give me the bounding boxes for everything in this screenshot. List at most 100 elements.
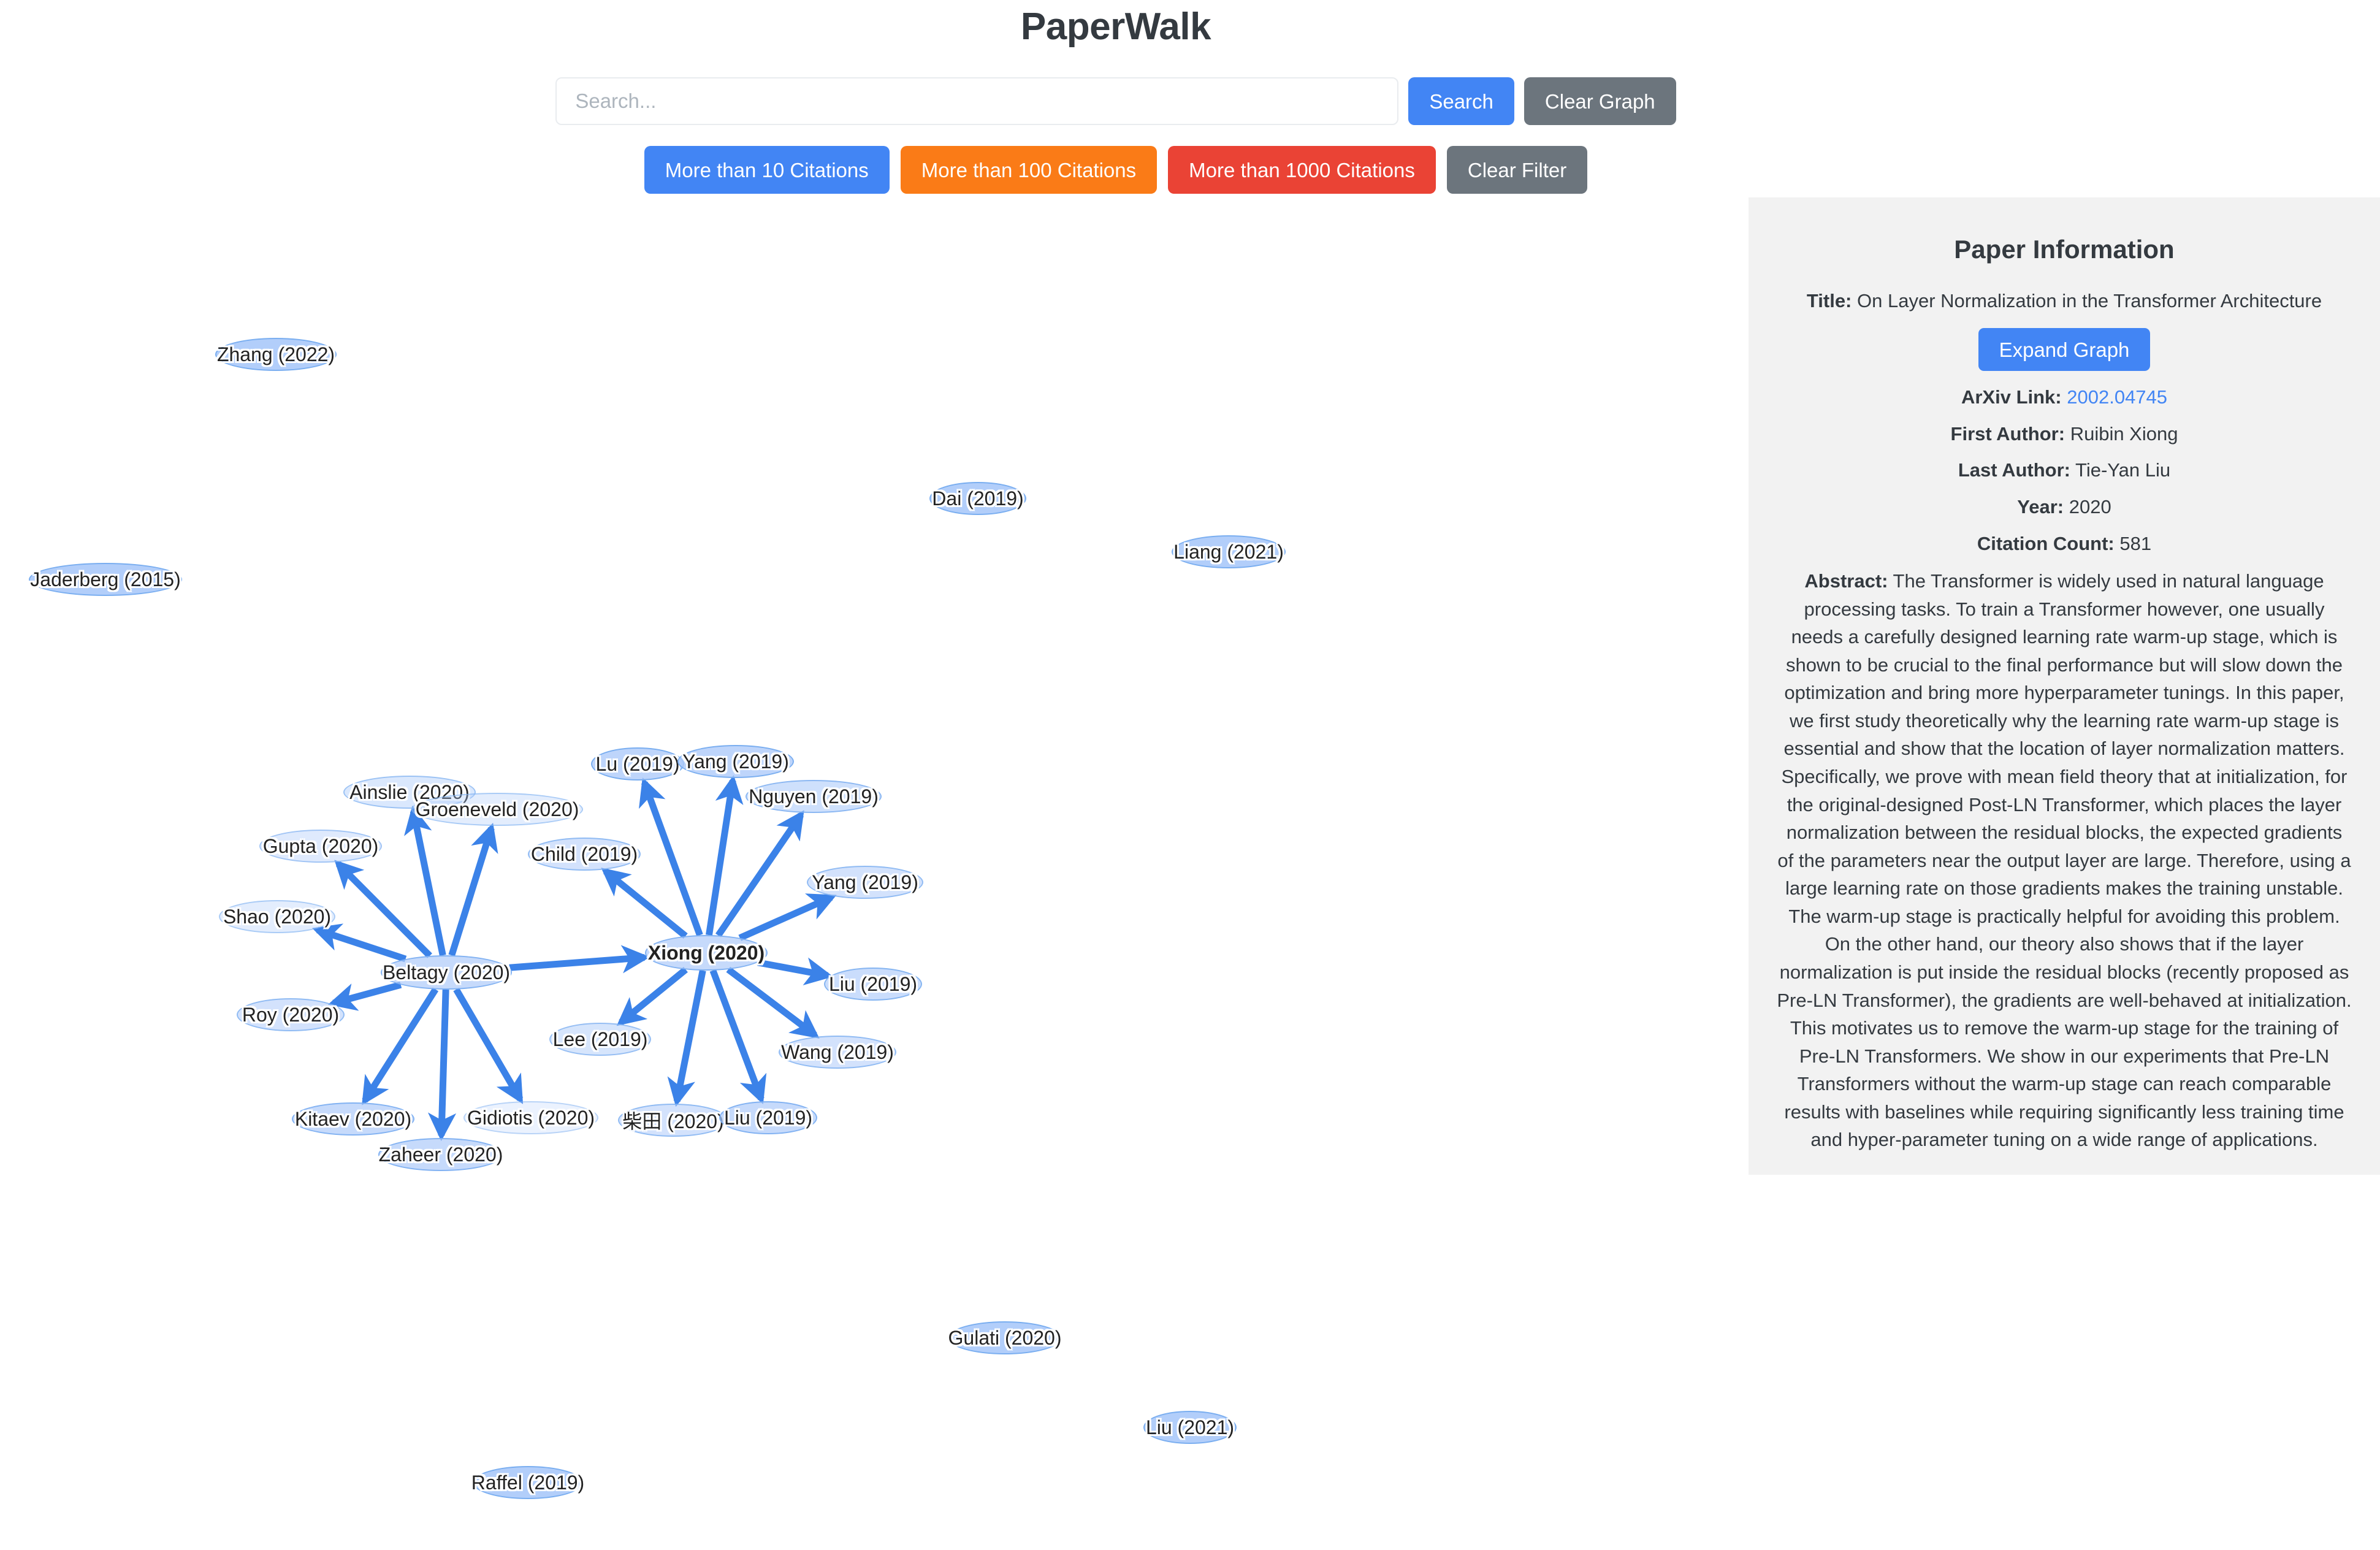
graph-edge	[509, 945, 650, 974]
graph-node[interactable]: Yang (2019)	[677, 745, 794, 778]
graph-edge	[448, 822, 498, 956]
graph-node-label: Gulati (2020)	[948, 1326, 1062, 1349]
paper-title-line: Title: On Layer Normalization in the Tra…	[1777, 287, 2352, 315]
expand-graph-wrap: Expand Graph	[1777, 328, 2352, 372]
graph-edge	[706, 774, 744, 936]
graph-node-label: Gupta (2020)	[262, 834, 379, 857]
search-bar: Search Clear Graph	[0, 77, 2232, 125]
graph-node-label: Jaderberg (2015)	[30, 568, 181, 590]
graph-node-label: Dai (2019)	[932, 487, 1024, 510]
citation-count-line: Citation Count: 581	[1777, 530, 2352, 558]
abstract-label: Abstract:	[1804, 570, 1888, 592]
citation-count-label: Citation Count:	[1977, 532, 2115, 554]
expand-graph-button[interactable]: Expand Graph	[1978, 328, 2151, 372]
graph-node[interactable]: Zhang (2022)	[215, 338, 337, 371]
citation-count-value: 581	[2119, 532, 2152, 554]
panel-heading: Paper Information	[1954, 235, 2175, 264]
graph-node[interactable]: 柴田 (2020)	[618, 1104, 728, 1137]
graph-edge	[757, 957, 834, 986]
graph-node[interactable]: Lee (2019)	[549, 1023, 651, 1056]
last-author-line: Last Author: Tie-Yan Liu	[1777, 456, 2352, 484]
filter-more-than-1000-citations[interactable]: More than 1000 Citations	[1168, 146, 1436, 194]
first-author-value: Ruibin Xiong	[2070, 422, 2178, 445]
paper-title-label: Title:	[1806, 289, 1852, 311]
graph-node[interactable]: Groeneveld (2020)	[411, 793, 583, 826]
graph-node-label: Raffel (2019)	[471, 1471, 585, 1494]
last-author-value: Tie-Yan Liu	[2075, 459, 2171, 481]
graph-node[interactable]: Roy (2020)	[237, 998, 345, 1031]
graph-node[interactable]: Liu (2019)	[719, 1101, 817, 1134]
graph-edge	[327, 981, 402, 1011]
graph-edge	[667, 969, 706, 1107]
graph-node[interactable]: Wang (2019)	[779, 1036, 896, 1069]
graph-node-label: Lee (2019)	[552, 1028, 648, 1050]
graph-edge	[601, 868, 688, 939]
clear-filter-button[interactable]: Clear Filter	[1446, 146, 1588, 194]
graph-edge	[738, 893, 837, 941]
abstract-value: The Transformer is widely used in natura…	[1777, 570, 2352, 1151]
graph-node[interactable]: Zaheer (2020)	[378, 1138, 503, 1171]
graph-edge	[312, 923, 407, 963]
filter-more-than-10-citations[interactable]: More than 10 Citations	[644, 146, 890, 194]
graph-node[interactable]: Gulati (2020)	[948, 1321, 1062, 1354]
search-input[interactable]	[555, 77, 1399, 125]
graph-node[interactable]: Gupta (2020)	[259, 830, 382, 863]
paper-title-value: On Layer Normalization in the Transforme…	[1857, 289, 2322, 311]
year-label: Year:	[2017, 495, 2064, 517]
graph-node-label: Xiong (2020)	[647, 941, 765, 964]
graph-node-label: Liu (2019)	[828, 972, 918, 995]
graph-node-label: Roy (2020)	[242, 1003, 340, 1026]
graph-node-label: Shao (2020)	[223, 905, 332, 928]
graph-node[interactable]: Liu (2019)	[824, 968, 922, 1001]
graph-node[interactable]: Yang (2019)	[807, 866, 923, 899]
graph-edge	[453, 987, 524, 1104]
graph-node-label: Nguyen (2019)	[749, 785, 879, 807]
graph-edge	[404, 805, 446, 956]
graph-node[interactable]: Beltagy (2020)	[381, 955, 512, 990]
arxiv-link-label: ArXiv Link:	[1961, 386, 2062, 408]
graph-node-label: Liu (2021)	[1145, 1416, 1235, 1438]
graph-node-label: Lu (2019)	[595, 752, 680, 775]
graph-node-label: Zhang (2022)	[216, 343, 335, 365]
graph-node-label: Child (2019)	[530, 842, 638, 865]
graph-node[interactable]: Raffel (2019)	[471, 1466, 585, 1499]
arxiv-link-value[interactable]: 2002.04745	[2067, 386, 2167, 408]
graph-node-label: Liu (2019)	[723, 1106, 813, 1129]
graph-node[interactable]: Shao (2020)	[219, 900, 335, 933]
search-button[interactable]: Search	[1408, 77, 1514, 125]
graph-edge	[616, 967, 688, 1026]
graph-node[interactable]: Nguyen (2019)	[746, 780, 882, 813]
graph-node[interactable]: Gidiotis (2020)	[463, 1101, 598, 1134]
graph-node-label: Kitaev (2020)	[294, 1107, 412, 1130]
clear-graph-button[interactable]: Clear Graph	[1524, 77, 1676, 125]
graph-node-label: Wang (2019)	[781, 1040, 894, 1063]
app-root: PaperWalk Search Clear Graph More than 1…	[0, 0, 2380, 1550]
citation-filter-bar: More than 10 Citations More than 100 Cit…	[0, 146, 2232, 194]
abstract-line: Abstract: The Transformer is widely used…	[1777, 567, 2352, 1154]
graph-edge	[726, 966, 820, 1039]
page-title: PaperWalk	[1020, 6, 1211, 48]
last-author-label: Last Author:	[1958, 459, 2070, 481]
graph-edge	[427, 989, 457, 1142]
graph-node-label: Yang (2019)	[812, 871, 918, 893]
graph-node-label: Liang (2021)	[1173, 540, 1284, 563]
graph-node[interactable]: Liu (2021)	[1143, 1411, 1237, 1444]
graph-node-label: Gidiotis (2020)	[467, 1106, 595, 1129]
graph-node[interactable]: Dai (2019)	[929, 482, 1026, 515]
graph-node[interactable]: Xiong (2020)	[645, 935, 768, 971]
graph-node[interactable]: Liang (2021)	[1172, 535, 1286, 568]
citation-graph-canvas[interactable]: Zhang (2022) Dai (2019) Liang (2021) Jaderb…	[0, 202, 1747, 1550]
graph-node[interactable]: Kitaev (2020)	[292, 1102, 414, 1136]
graph-edge	[362, 987, 439, 1105]
graph-node-label: Yang (2019)	[682, 750, 789, 773]
graph-node-label: 柴田 (2020)	[622, 1110, 724, 1132]
filter-more-than-100-citations[interactable]: More than 100 Citations	[900, 146, 1158, 194]
graph-node[interactable]: Lu (2019)	[591, 747, 684, 781]
first-author-line: First Author: Ruibin Xiong	[1777, 420, 2352, 448]
graph-node[interactable]: Child (2019)	[528, 838, 641, 871]
first-author-label: First Author:	[1950, 422, 2065, 445]
graph-node-label: Beltagy (2020)	[382, 961, 511, 983]
graph-node[interactable]: Jaderberg (2015)	[29, 563, 182, 596]
year-line: Year: 2020	[1777, 493, 2352, 521]
paper-information-panel: Paper Information Title: On Layer Normal…	[1749, 197, 2380, 1175]
